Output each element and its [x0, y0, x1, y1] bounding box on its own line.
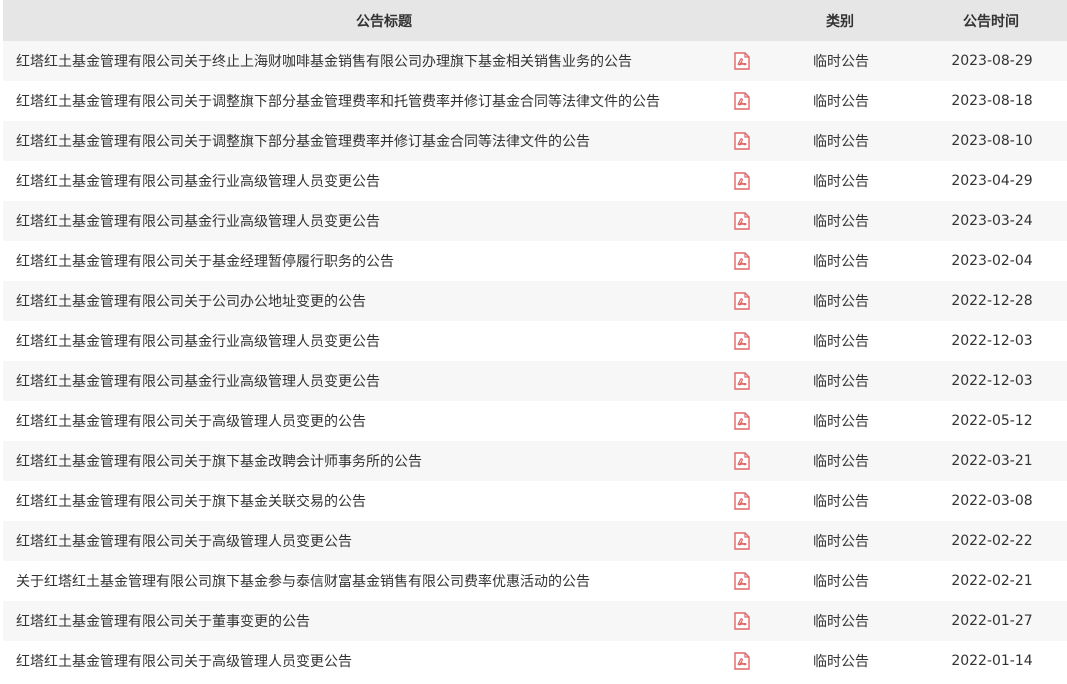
announcement-title-link[interactable]: 红塔红土基金管理有限公司关于旗下基金改聘会计师事务所的公告 [3, 451, 723, 471]
announcement-date: 2023-02-04 [951, 253, 1033, 269]
pdf-icon[interactable] [732, 211, 752, 231]
table-row: 红塔红土基金管理有限公司关于调整旗下部分基金管理费率并修订基金合同等法律文件的公… [3, 121, 1067, 161]
pdf-icon[interactable] [732, 491, 752, 511]
table-row: 红塔红土基金管理有限公司关于旗下基金改聘会计师事务所的公告 临时公告 2022-03… [3, 441, 1067, 481]
pdf-icon[interactable] [732, 331, 752, 351]
table-row: 红塔红土基金管理有限公司关于基金经理暂停履行职务的公告 临时公告 2023-02-0… [3, 241, 1067, 281]
table-row: 红塔红土基金管理有限公司关于董事变更的公告 临时公告 2022-01-27 [3, 601, 1067, 641]
pdf-icon[interactable] [732, 51, 752, 71]
table-body: 红塔红土基金管理有限公司关于终止上海财咖啡基金销售有限公司办理旗下基金相关销售业… [3, 41, 1067, 681]
table-row: 红塔红土基金管理有限公司关于终止上海财咖啡基金销售有限公司办理旗下基金相关销售业… [3, 41, 1067, 81]
pdf-icon[interactable] [732, 371, 752, 391]
announcement-date: 2023-08-10 [951, 133, 1033, 149]
announcement-title-link[interactable]: 红塔红土基金管理有限公司基金行业高级管理人员变更公告 [3, 171, 723, 191]
pdf-icon[interactable] [732, 291, 752, 311]
announcement-title-link[interactable]: 关于红塔红土基金管理有限公司旗下基金参与泰信财富基金销售有限公司费率优惠活动的公… [3, 571, 723, 591]
announcement-type: 临时公告 [813, 254, 869, 270]
pdf-icon[interactable] [732, 411, 752, 431]
announcement-title-link[interactable]: 红塔红土基金管理有限公司关于终止上海财咖啡基金销售有限公司办理旗下基金相关销售业… [3, 51, 723, 71]
pdf-icon[interactable] [732, 571, 752, 591]
announcement-type: 临时公告 [813, 374, 869, 390]
announcement-date: 2023-03-24 [951, 213, 1033, 229]
announcement-title-link[interactable]: 红塔红土基金管理有限公司关于董事变更的公告 [3, 611, 723, 631]
table-row: 红塔红土基金管理有限公司基金行业高级管理人员变更公告 临时公告 2022-12-03 [3, 321, 1067, 361]
pdf-icon[interactable] [732, 131, 752, 151]
announcement-title-link[interactable]: 红塔红土基金管理有限公司关于公司办公地址变更的公告 [3, 291, 723, 311]
announcement-type: 临时公告 [813, 494, 869, 510]
pdf-icon[interactable] [732, 611, 752, 631]
table-row: 红塔红土基金管理有限公司关于高级管理人员变更公告 临时公告 2022-02-22 [3, 521, 1067, 561]
table-row: 红塔红土基金管理有限公司基金行业高级管理人员变更公告 临时公告 2023-03-24 [3, 201, 1067, 241]
announcement-type: 临时公告 [813, 54, 869, 70]
announcement-title-link[interactable]: 红塔红土基金管理有限公司关于旗下基金关联交易的公告 [3, 491, 723, 511]
announcement-type: 临时公告 [813, 574, 869, 590]
pdf-icon[interactable] [732, 531, 752, 551]
table-row: 红塔红土基金管理有限公司基金行业高级管理人员变更公告 临时公告 2022-12-03 [3, 361, 1067, 401]
table-row: 关于红塔红土基金管理有限公司旗下基金参与泰信财富基金销售有限公司费率优惠活动的公… [3, 561, 1067, 601]
announcement-title-link[interactable]: 红塔红土基金管理有限公司关于基金经理暂停履行职务的公告 [3, 251, 723, 271]
announcement-date: 2023-04-29 [951, 173, 1033, 189]
announcement-date: 2022-02-22 [951, 533, 1033, 549]
announcement-type: 临时公告 [813, 294, 869, 310]
announcement-title-link[interactable]: 红塔红土基金管理有限公司关于调整旗下部分基金管理费率和托管费率并修订基金合同等法… [3, 91, 723, 111]
table-row: 红塔红土基金管理有限公司关于调整旗下部分基金管理费率和托管费率并修订基金合同等法… [3, 81, 1067, 121]
pdf-icon[interactable] [732, 91, 752, 111]
announcement-date: 2023-08-18 [951, 93, 1033, 109]
announcement-type: 临时公告 [813, 454, 869, 470]
announcement-table: 公告标题 类别 公告时间 红塔红土基金管理有限公司关于终止上海财咖啡基金销售有限… [3, 0, 1067, 681]
header-date: 公告时间 [963, 13, 1019, 30]
announcement-date: 2022-05-12 [951, 413, 1033, 429]
announcement-title-link[interactable]: 红塔红土基金管理有限公司基金行业高级管理人员变更公告 [3, 211, 723, 231]
announcement-date: 2022-03-21 [951, 453, 1033, 469]
table-row: 红塔红土基金管理有限公司关于高级管理人员变更公告 临时公告 2022-01-14 [3, 641, 1067, 681]
announcement-date: 2022-02-21 [951, 573, 1033, 589]
announcement-date: 2022-12-28 [951, 293, 1033, 309]
announcement-type: 临时公告 [813, 214, 869, 230]
announcement-type: 临时公告 [813, 614, 869, 630]
announcement-title-link[interactable]: 红塔红土基金管理有限公司关于高级管理人员变更公告 [3, 651, 723, 671]
table-row: 红塔红土基金管理有限公司关于公司办公地址变更的公告 临时公告 2022-12-28 [3, 281, 1067, 321]
announcement-type: 临时公告 [813, 134, 869, 150]
header-type: 类别 [826, 13, 854, 30]
pdf-icon[interactable] [732, 251, 752, 271]
announcement-date: 2023-08-29 [951, 53, 1033, 69]
table-header: 公告标题 类别 公告时间 [3, 0, 1067, 41]
announcement-title-link[interactable]: 红塔红土基金管理有限公司基金行业高级管理人员变更公告 [3, 371, 723, 391]
announcement-date: 2022-03-08 [951, 493, 1033, 509]
announcement-title-link[interactable]: 红塔红土基金管理有限公司基金行业高级管理人员变更公告 [3, 331, 723, 351]
announcement-type: 临时公告 [813, 534, 869, 550]
table-row: 红塔红土基金管理有限公司关于旗下基金关联交易的公告 临时公告 2022-03-08 [3, 481, 1067, 521]
announcement-title-link[interactable]: 红塔红土基金管理有限公司关于高级管理人员变更的公告 [3, 411, 723, 431]
announcement-date: 2022-01-14 [951, 653, 1033, 669]
announcement-type: 临时公告 [813, 414, 869, 430]
announcement-type: 临时公告 [813, 654, 869, 670]
announcement-type: 临时公告 [813, 174, 869, 190]
announcement-type: 临时公告 [813, 334, 869, 350]
table-row: 红塔红土基金管理有限公司关于高级管理人员变更的公告 临时公告 2022-05-12 [3, 401, 1067, 441]
announcement-type: 临时公告 [813, 94, 869, 110]
announcement-date: 2022-12-03 [951, 373, 1033, 389]
table-row: 红塔红土基金管理有限公司基金行业高级管理人员变更公告 临时公告 2023-04-29 [3, 161, 1067, 201]
header-title: 公告标题 [356, 13, 412, 30]
pdf-icon[interactable] [732, 171, 752, 191]
announcement-date: 2022-12-03 [951, 333, 1033, 349]
announcement-date: 2022-01-27 [951, 613, 1033, 629]
pdf-icon[interactable] [732, 451, 752, 471]
pdf-icon[interactable] [732, 651, 752, 671]
announcement-title-link[interactable]: 红塔红土基金管理有限公司关于调整旗下部分基金管理费率并修订基金合同等法律文件的公… [3, 131, 723, 151]
announcement-title-link[interactable]: 红塔红土基金管理有限公司关于高级管理人员变更公告 [3, 531, 723, 551]
